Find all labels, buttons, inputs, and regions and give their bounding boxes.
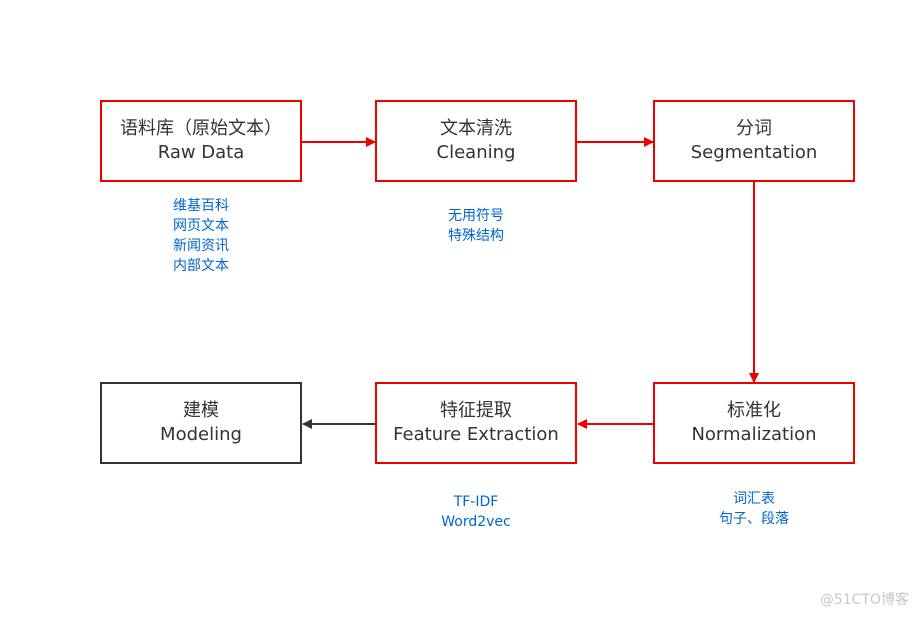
node-cleaning: 文本清洗 Cleaning: [375, 100, 577, 182]
node-feature-extraction: 特征提取 Feature Extraction: [375, 382, 577, 464]
note-line: TF-IDF: [453, 494, 499, 510]
node-feature-extraction-en: Feature Extraction: [393, 424, 559, 445]
note-cleaning: 无用符号 特殊结构: [426, 206, 526, 246]
node-normalization-en: Normalization: [691, 424, 817, 445]
note-line: 维基百科: [173, 198, 229, 214]
node-raw-data-en: Raw Data: [157, 142, 245, 163]
node-segmentation-zh: 分词: [736, 118, 772, 139]
node-cleaning-en: Cleaning: [436, 142, 516, 163]
node-feature-extraction-zh: 特征提取: [440, 400, 512, 421]
note-line: 无用符号: [448, 208, 504, 224]
node-normalization: 标准化 Normalization: [653, 382, 855, 464]
node-segmentation: 分词 Segmentation: [653, 100, 855, 182]
note-line: 新闻资讯: [173, 238, 229, 254]
node-segmentation-en: Segmentation: [690, 142, 818, 163]
note-raw-data: 维基百科 网页文本 新闻资讯 内部文本: [151, 196, 251, 276]
node-raw-data: 语料库（原始文本） Raw Data: [100, 100, 302, 182]
note-line: 特殊结构: [448, 228, 504, 244]
node-modeling-en: Modeling: [160, 424, 242, 445]
node-modeling: 建模 Modeling: [100, 382, 302, 464]
node-cleaning-zh: 文本清洗: [440, 118, 512, 139]
note-line: 网页文本: [173, 218, 229, 234]
node-normalization-zh: 标准化: [727, 400, 781, 421]
note-line: 内部文本: [173, 258, 229, 274]
note-line: 词汇表: [733, 491, 775, 507]
node-raw-data-zh: 语料库（原始文本）: [120, 118, 282, 139]
node-modeling-zh: 建模: [183, 400, 219, 421]
note-feature-extraction: TF-IDF Word2vec: [426, 492, 526, 532]
watermark: @51CTO博客: [819, 592, 909, 608]
note-line: 句子、段落: [719, 511, 789, 527]
note-normalization: 词汇表 句子、段落: [694, 489, 814, 529]
note-line: Word2vec: [441, 514, 511, 530]
